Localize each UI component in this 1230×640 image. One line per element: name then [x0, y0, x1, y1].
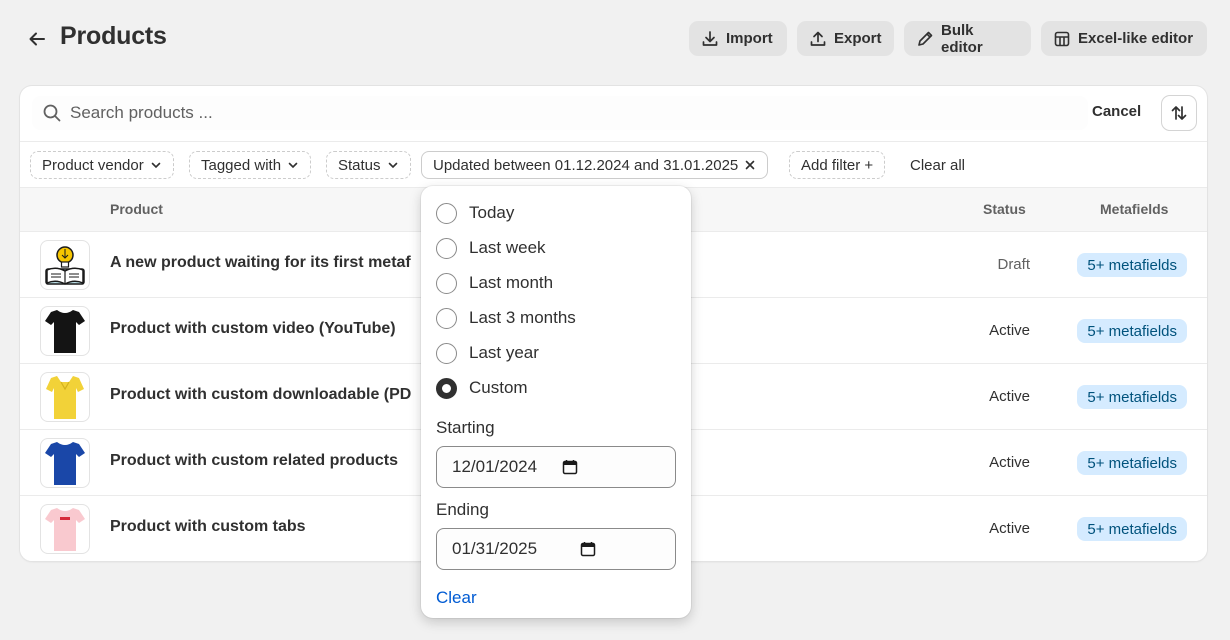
import-icon — [701, 30, 719, 48]
column-status[interactable]: Status — [983, 201, 1026, 217]
product-thumbnail — [40, 504, 90, 554]
metafields-badge[interactable]: 5+ metafields — [1077, 517, 1187, 541]
radio-last-month[interactable]: Last month — [436, 270, 553, 296]
column-product[interactable]: Product — [110, 201, 163, 217]
calendar-icon[interactable] — [580, 541, 596, 557]
filter-updated-between[interactable]: Updated between 01.12.2024 and 31.01.202… — [421, 151, 769, 179]
blue-tshirt-image — [45, 442, 85, 485]
clear-all-button[interactable]: Clear all — [910, 157, 965, 174]
pencil-icon — [916, 30, 934, 48]
table-grid-icon — [1053, 30, 1071, 48]
filter-row: Product vendor Tagged with Status Update… — [20, 141, 1207, 187]
filter-status[interactable]: Status — [326, 151, 411, 179]
chevron-down-icon — [150, 159, 162, 171]
import-button[interactable]: Import — [689, 21, 787, 56]
calendar-icon[interactable] — [562, 459, 578, 475]
radio-label: Custom — [469, 378, 528, 397]
metafields-badge[interactable]: 5+ metafields — [1077, 319, 1187, 343]
column-metafields[interactable]: Metafields — [1100, 201, 1168, 217]
cancel-button[interactable]: Cancel — [1092, 103, 1141, 120]
excel-editor-button[interactable]: Excel-like editor — [1041, 21, 1207, 56]
radio-label: Last year — [469, 343, 539, 362]
pink-tshirt-image — [45, 508, 85, 551]
chevron-down-icon — [387, 159, 399, 171]
radio-label: Last month — [469, 273, 554, 292]
metafields-badge[interactable]: 5+ metafields — [1077, 385, 1187, 409]
radio-custom[interactable]: Custom — [436, 375, 528, 401]
starting-label: Starting — [436, 418, 495, 437]
radio-last-3-months[interactable]: Last 3 months — [436, 305, 576, 331]
radio-circle — [436, 202, 457, 224]
page-header: Products Import Export Bulk editor Excel… — [0, 0, 1230, 76]
chevron-down-icon — [287, 159, 299, 171]
product-status: Active — [989, 454, 1030, 471]
product-name[interactable]: Product with custom tabs — [110, 518, 306, 536]
search-input[interactable] — [70, 103, 970, 123]
radio-today[interactable]: Today — [436, 200, 514, 226]
bulk-editor-label: Bulk editor — [941, 21, 983, 56]
ending-label: Ending — [436, 500, 489, 519]
book-lightbulb-image — [45, 246, 85, 285]
back-arrow-icon[interactable] — [24, 26, 50, 52]
product-name[interactable]: Product with custom related products — [110, 452, 398, 470]
black-tshirt-image — [45, 310, 85, 353]
product-thumbnail — [40, 372, 90, 422]
product-name[interactable]: A new product waiting for its first meta… — [110, 254, 411, 272]
product-thumbnail — [40, 240, 90, 290]
product-thumbnail — [40, 438, 90, 488]
product-status: Active — [989, 388, 1030, 405]
radio-circle-checked — [436, 377, 457, 399]
clear-dates-link[interactable]: Clear — [436, 588, 477, 608]
starting-date-value: 12/01/2024 — [452, 457, 538, 476]
yellow-polo-image — [46, 376, 84, 419]
radio-last-week[interactable]: Last week — [436, 235, 546, 261]
export-label: Export — [834, 30, 882, 47]
metafields-badge[interactable]: 5+ metafields — [1077, 451, 1187, 475]
sort-button[interactable] — [1162, 96, 1196, 130]
ending-date-input[interactable]: 01/31/2025 — [436, 528, 676, 570]
filter-label: Tagged with — [201, 156, 282, 174]
excel-editor-label: Excel-like editor — [1078, 30, 1194, 47]
export-button[interactable]: Export — [797, 21, 894, 56]
product-name[interactable]: Product with custom downloadable (PD — [110, 386, 411, 404]
product-thumbnail — [40, 306, 90, 356]
bulk-editor-button[interactable]: Bulk editor — [904, 21, 1031, 56]
product-name[interactable]: Product with custom video (YouTube) — [110, 320, 396, 338]
radio-label: Last 3 months — [469, 308, 576, 327]
search-icon — [42, 103, 62, 123]
filter-label: Product vendor — [42, 156, 144, 174]
filter-product-vendor[interactable]: Product vendor — [30, 151, 174, 179]
sort-arrows-icon — [1169, 103, 1189, 123]
starting-date-input[interactable]: 12/01/2024 — [436, 446, 676, 488]
radio-label: Today — [469, 203, 515, 222]
ending-date-value: 01/31/2025 — [452, 539, 538, 558]
metafields-badge[interactable]: 5+ metafields — [1077, 253, 1187, 277]
date-filter-popover: Today Last week Last month Last 3 months… — [421, 186, 691, 618]
radio-label: Last week — [469, 238, 546, 257]
product-status: Active — [989, 520, 1030, 537]
filter-label: Updated between 01.12.2024 and 31.01.202… — [433, 156, 739, 174]
search-row: Cancel — [20, 86, 1207, 141]
product-status: Draft — [997, 256, 1030, 273]
filter-label: Status — [338, 156, 381, 174]
export-icon — [809, 30, 827, 48]
import-label: Import — [726, 30, 773, 47]
filter-tagged-with[interactable]: Tagged with — [189, 151, 312, 179]
radio-last-year[interactable]: Last year — [436, 340, 539, 366]
add-filter-button[interactable]: Add filter + — [789, 151, 886, 179]
search-field[interactable] — [32, 96, 1088, 130]
radio-circle — [436, 342, 457, 364]
product-status: Active — [989, 322, 1030, 339]
radio-circle — [436, 307, 457, 329]
close-icon[interactable] — [744, 159, 756, 171]
radio-circle — [436, 272, 457, 294]
radio-circle — [436, 237, 457, 259]
page-title: Products — [60, 22, 167, 50]
